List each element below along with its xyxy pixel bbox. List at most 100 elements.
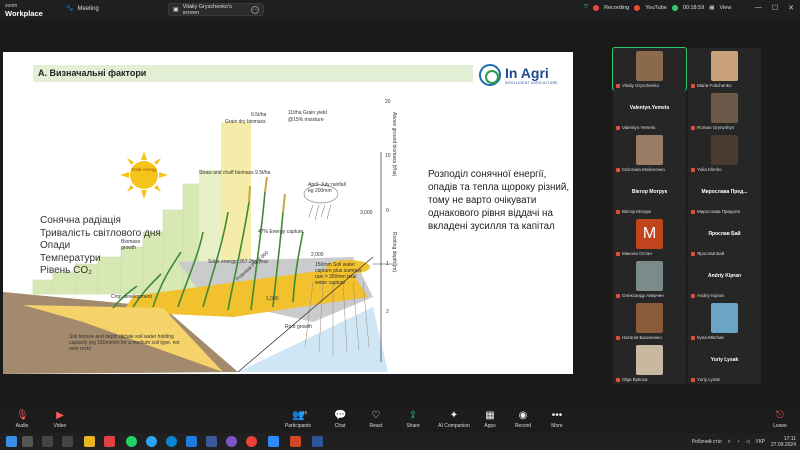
recording-label[interactable]: Recording <box>604 5 629 11</box>
participants-button[interactable]: 👥 Participants <box>278 410 318 429</box>
meeting-timer: 00:18:59 <box>682 4 705 11</box>
apps-icon: ▦ <box>485 410 495 421</box>
desktop-label[interactable]: Робочий стіл <box>692 439 722 445</box>
more-options-icon[interactable]: ⋯ <box>251 5 259 14</box>
view-button[interactable]: View <box>719 5 731 11</box>
participant-avatar <box>636 51 663 81</box>
edge-icon[interactable] <box>166 436 177 447</box>
participant-tile[interactable]: M Микола Остан <box>613 216 686 258</box>
mic-muted-icon <box>616 377 620 382</box>
participant-caption: Yuriy Lysak <box>691 377 720 382</box>
apps-label: Apps <box>484 423 496 429</box>
youtube-label[interactable]: YouTube <box>645 5 667 11</box>
participant-name: Maria Fokchenko <box>697 83 732 88</box>
close-icon[interactable]: ✕ <box>788 4 794 12</box>
clock[interactable]: 17:11 27.09.2024 <box>771 436 796 448</box>
windows-start-icon[interactable] <box>6 436 17 447</box>
chat-button[interactable]: 💬 Chat <box>320 410 360 429</box>
language-indicator[interactable]: УКР <box>756 439 765 445</box>
audio-button[interactable]: 🎙 Audio <box>2 410 42 429</box>
participants-gallery: Vitaliy Gryschenko Maria Fokchenko Valenty… <box>611 46 761 384</box>
label-rain: April–July rainfall eg 200mm <box>308 182 346 194</box>
participant-tile[interactable]: Віктор Мотрук Віктор Мотрук <box>613 174 686 216</box>
factor-item: Опади <box>40 240 71 251</box>
screen-share-pill[interactable]: ▣ Vitaliy Gryschenko's screen ⋯ <box>168 3 264 16</box>
mic-muted-icon <box>691 167 695 172</box>
participant-display-name: Мирослава Пред... <box>701 189 748 195</box>
mic-muted-icon <box>691 125 695 130</box>
meeting-tab[interactable]: 🐾 Meeting <box>66 5 99 13</box>
participant-tile[interactable]: Наталія Басиленко <box>613 300 686 342</box>
participant-tile[interactable]: Мирослава Пред... Мирослава Предоля <box>688 174 761 216</box>
wifi-icon[interactable]: ◔ <box>737 439 740 445</box>
react-label: React <box>369 423 383 429</box>
maximize-icon[interactable]: ☐ <box>772 4 778 12</box>
grid-icon: ▦ <box>709 4 715 11</box>
screen-share-label: Vitaliy Gryschenko's screen <box>182 3 232 16</box>
mic-muted-icon <box>616 83 620 88</box>
react-button[interactable]: ♡ React <box>356 410 396 429</box>
participant-tile[interactable]: Vitaliy Gryschenko <box>612 47 687 91</box>
minimize-icon[interactable]: — <box>755 4 762 12</box>
mic-muted-icon <box>616 251 620 256</box>
app-icon-red[interactable] <box>104 436 115 447</box>
participant-tile[interactable]: lryna-Mitchak <box>688 300 761 342</box>
label-yield-b: Grain dry biomass <box>225 119 266 125</box>
system-tray: Робочий стіл ˄ ◔ ◁ УКР 17:11 27.09.2024 <box>692 436 796 448</box>
chat-label: Chat <box>334 423 346 429</box>
participant-tile[interactable]: Maria Fokchenko <box>688 48 761 90</box>
more-button[interactable]: ••• More <box>537 410 577 429</box>
word-icon[interactable] <box>312 436 323 447</box>
shield-icon: ⛉ <box>584 4 589 10</box>
whatsapp-icon[interactable] <box>126 436 137 447</box>
more-label: More <box>551 423 563 429</box>
participant-avatar <box>636 345 663 375</box>
app-icon-blue[interactable] <box>186 436 197 447</box>
participant-display-name: Andriy Kipran <box>707 273 742 279</box>
leave-button[interactable]: ⎋ Leave <box>760 410 800 429</box>
widgets-icon[interactable] <box>62 436 73 447</box>
share-button[interactable]: ⇪ Share <box>393 410 433 429</box>
file-explorer-icon[interactable] <box>84 436 95 447</box>
mic-muted-icon: 🎙 <box>16 410 29 421</box>
screen-icon: ▣ <box>173 7 179 13</box>
participant-tile[interactable]: Ярослав Бай Ярослав Бай <box>688 216 761 258</box>
participant-tile[interactable]: Yuriy Lysak Yuriy Lysak <box>688 342 761 384</box>
participant-avatar <box>636 303 663 333</box>
factor-item: Рівень CO₂ <box>40 265 93 276</box>
chevron-up-icon[interactable]: ˄ <box>728 439 731 445</box>
task-view-icon[interactable] <box>42 436 53 447</box>
mic-muted-icon <box>691 293 695 298</box>
mic-muted-icon <box>691 377 695 382</box>
participant-tile[interactable]: Yulia Klimko <box>688 132 761 174</box>
participant-tile[interactable]: Valentyn.Yemets Valentyn.Yemets <box>613 90 686 132</box>
speaker-icon[interactable]: ◁ <box>746 439 750 445</box>
video-button[interactable]: ▶ Video <box>40 410 80 429</box>
mic-muted-icon <box>616 335 620 340</box>
chrome-icon[interactable] <box>246 436 257 447</box>
powerpoint-icon[interactable] <box>290 436 301 447</box>
participant-name: Roman Grynyshyn <box>697 125 735 130</box>
telegram-icon[interactable] <box>146 436 157 447</box>
youtube-icon <box>634 4 641 11</box>
tick-1: 1 <box>386 261 389 267</box>
participant-tile[interactable]: Світлана Мойсеєнко <box>613 132 686 174</box>
participant-caption: Мирослава Предоля <box>691 209 740 214</box>
viber-icon[interactable] <box>226 436 237 447</box>
zoom-icon[interactable] <box>268 436 279 447</box>
search-icon[interactable] <box>22 436 33 447</box>
participant-avatar <box>636 135 663 165</box>
participant-name: Наталія Басиленко <box>622 335 662 340</box>
participant-caption: Yulia Klimko <box>691 167 722 172</box>
participant-tile[interactable]: Roman Grynyshyn <box>688 90 761 132</box>
participant-tile[interactable]: Олександр Аверчен <box>613 258 686 300</box>
mic-muted-icon <box>691 251 695 256</box>
participant-tile[interactable]: Olga Bykova <box>613 342 686 384</box>
participant-name: Мирослава Предоля <box>697 209 740 214</box>
ai-companion-button[interactable]: ✦ AI Companion <box>434 410 474 429</box>
label-straw: Straw and chaff biomass 9.5t/ha <box>199 170 271 176</box>
label-yield-c: 11t/ha Grain yield <box>288 110 327 116</box>
app-icon-dark-blue[interactable] <box>206 436 217 447</box>
sun-icon: Solar energy <box>120 151 168 199</box>
participant-tile[interactable]: Andriy Kipran Andriy Kipran <box>688 258 761 300</box>
